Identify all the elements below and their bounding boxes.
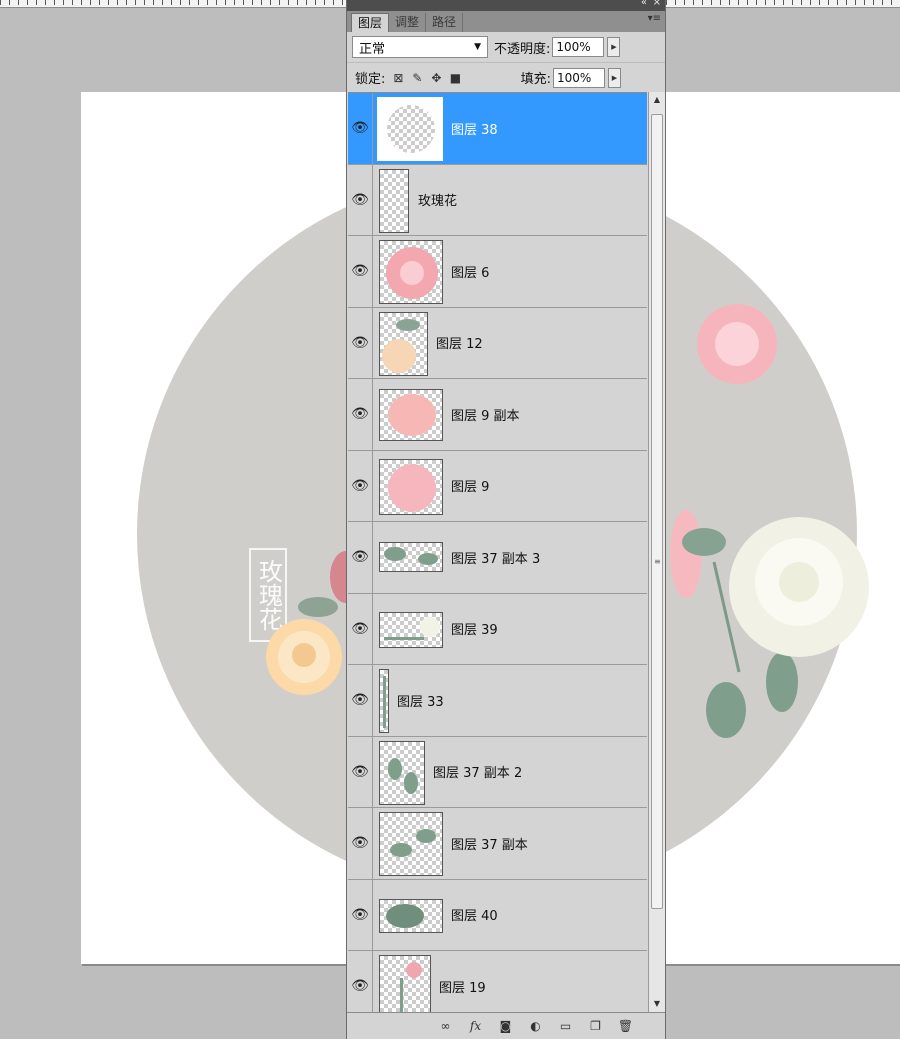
layer-name: 图层 40 [451,909,498,925]
scroll-up-icon[interactable]: ▲ [649,92,665,108]
layer-name: 图层 37 副本 2 [433,766,523,782]
layer-thumbnail [379,812,443,876]
white-rose-illustration [670,304,869,738]
peach-rose-illustration [266,551,356,695]
visibility-eye-icon[interactable]: 👁 [348,93,373,164]
fill-slider-button[interactable]: ▶ [608,67,621,88]
tab-paths[interactable]: 路径 [426,13,464,32]
visibility-eye-icon[interactable]: 👁 [348,379,373,450]
layer-name: 玫瑰花 [418,194,458,210]
visibility-eye-icon[interactable]: 👁 [348,808,373,879]
folder-icon[interactable]: ▭ [557,1019,574,1033]
layer-thumbnail [379,611,443,648]
lock-fill-row: 锁定: ⊠ ✎ ✥ ■ 填充: 100% ▶ [347,62,665,92]
visibility-eye-icon[interactable]: 👁 [348,522,373,593]
layer-list: 👁 图层 38 👁 玫瑰花 👁 图层 6 👁 图层 12 👁 图层 9 副本 👁… [348,92,647,1012]
visibility-eye-icon[interactable]: 👁 [348,236,373,307]
layer-name: 图层 39 [451,623,498,639]
blend-mode-value: 正常 [359,41,386,57]
fill-label: 填充: [520,72,551,87]
layer-row[interactable]: 👁 图层 39 [348,593,647,665]
close-icon[interactable]: × [653,0,661,8]
layer-name: 图层 37 副本 3 [451,551,541,567]
layer-row[interactable]: 👁 图层 33 [348,665,647,737]
layer-thumbnail [379,458,443,515]
trash-icon[interactable]: 🗑 [617,1019,634,1033]
blend-mode-select[interactable]: 正常 ▼ [352,36,488,58]
lock-brush-icon[interactable]: ✎ [411,71,423,85]
opacity-input[interactable]: 100% [552,37,605,57]
layer-thumbnail [379,168,409,233]
fx-icon[interactable]: fx [467,1019,484,1033]
link-icon[interactable]: ∞ [437,1019,454,1033]
tab-layers[interactable]: 图层 [351,13,390,32]
panel-footer: ∞ fx ◙ ◐ ▭ ❐ 🗑 [347,1012,665,1039]
layer-thumbnail [379,389,443,441]
layer-thumbnail [379,898,443,933]
adjustment-icon[interactable]: ◐ [527,1019,544,1033]
layer-row[interactable]: 👁 图层 12 [348,307,647,379]
blend-opacity-row: 正常 ▼ 不透明度: 100% ▶ [347,32,665,62]
layer-name: 图层 33 [397,694,444,710]
new-layer-icon[interactable]: ❐ [587,1019,604,1033]
mask-icon[interactable]: ◙ [497,1019,514,1033]
layer-row[interactable]: 👁 图层 37 副本 2 [348,736,647,808]
visibility-eye-icon[interactable]: 👁 [348,736,373,807]
visibility-eye-icon[interactable]: 👁 [348,879,373,950]
opacity-slider-button[interactable]: ▶ [607,37,621,57]
lock-move-icon[interactable]: ✥ [430,71,442,85]
layer-thumbnail [379,240,443,304]
chevron-down-icon: ▼ [474,42,481,52]
opacity-label: 不透明度: [494,41,551,57]
layer-thumbnail [379,311,428,376]
lock-label: 锁定: [355,72,386,87]
layer-name: 图层 12 [436,337,483,353]
visibility-eye-icon[interactable]: 👁 [348,307,373,378]
scrollbar-thumb[interactable] [651,114,663,909]
fill-input[interactable]: 100% [553,67,605,88]
layers-scrollbar[interactable]: ▲ ≡ ▼ [648,92,665,1012]
layer-name: 图层 38 [451,122,498,138]
tab-adjustments[interactable]: 调整 [389,13,427,32]
layer-row[interactable]: 👁 图层 40 [348,879,647,951]
layers-panel: « × 图层 调整 路径 ▾≡ 正常 ▼ 不透明度: 100% ▶ 锁定: ⊠ … [346,0,666,1039]
layer-row[interactable]: 👁 图层 38 [348,93,647,165]
visibility-eye-icon[interactable]: 👁 [348,164,373,235]
layer-row[interactable]: 👁 图层 9 [348,450,647,522]
layer-row[interactable]: 👁 图层 19 [348,951,647,1012]
fill-group: 填充: 100% ▶ [520,67,621,88]
layer-row[interactable]: 👁 图层 37 副本 3 [348,522,647,594]
layer-thumbnail [379,955,431,1012]
layer-thumbnail [379,740,425,805]
layer-name: 图层 19 [439,980,486,996]
scroll-grip-icon: ≡ [654,557,661,566]
panel-menu-icon[interactable]: ▾≡ [648,13,661,24]
scroll-down-icon[interactable]: ▼ [649,996,665,1012]
layer-row[interactable]: 👁 图层 37 副本 [348,808,647,880]
collapse-icon[interactable]: « [641,0,647,8]
layer-name: 图层 9 [451,480,490,496]
lock-transparency-icon[interactable]: ⊠ [392,71,404,85]
panel-tabs: 图层 调整 路径 ▾≡ [347,11,665,32]
layer-row[interactable]: 👁 图层 9 副本 [348,379,647,451]
visibility-eye-icon[interactable]: 👁 [348,665,373,736]
layer-name: 图层 9 副本 [451,408,520,424]
layer-row[interactable]: 👁 图层 6 [348,236,647,308]
visibility-eye-icon[interactable]: 👁 [348,951,373,1012]
layer-thumbnail [377,97,443,161]
layer-thumbnail [379,669,389,733]
visibility-eye-icon[interactable]: 👁 [348,593,373,664]
layer-row[interactable]: 👁 玫瑰花 [348,164,647,236]
layer-name: 图层 37 副本 [451,837,528,853]
visibility-eye-icon[interactable]: 👁 [348,450,373,521]
layer-name: 图层 6 [451,265,490,281]
lock-all-icon[interactable]: ■ [449,71,461,85]
panel-titlebar: « × [347,0,665,11]
layer-thumbnail [379,542,443,572]
